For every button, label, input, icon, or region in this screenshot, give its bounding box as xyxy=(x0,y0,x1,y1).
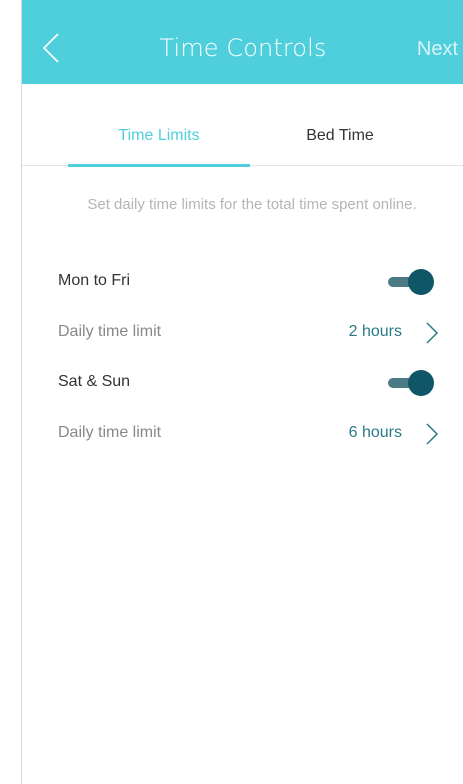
schedule-row-weekdays: Mon to Fri xyxy=(22,262,463,302)
weekdays-toggle[interactable] xyxy=(388,269,434,295)
limit-row-weekdays[interactable]: Daily time limit 2 hours xyxy=(22,313,463,353)
description-text: Set daily time limits for the total time… xyxy=(87,196,417,213)
tab-bar: Time Limits Bed Time xyxy=(22,84,463,167)
tab-time-limits[interactable]: Time Limits xyxy=(68,127,250,145)
schedule-row-weekend: Sat & Sun xyxy=(22,363,463,403)
next-button[interactable]: Next xyxy=(417,38,458,61)
active-tab-indicator xyxy=(68,164,250,167)
toggle-knob xyxy=(408,269,434,295)
limit-label: Daily time limit xyxy=(58,424,162,441)
chevron-right-icon xyxy=(426,322,439,344)
app-screen: Time Controls Next Time Limits Bed Time … xyxy=(21,0,463,784)
toggle-knob xyxy=(408,370,434,396)
chevron-right-icon xyxy=(426,423,439,445)
schedule-label: Mon to Fri xyxy=(58,272,131,289)
limit-value: 6 hours xyxy=(348,424,402,441)
tab-bed-time[interactable]: Bed Time xyxy=(272,127,408,145)
schedule-label: Sat & Sun xyxy=(58,373,131,390)
limit-row-weekend[interactable]: Daily time limit 6 hours xyxy=(22,414,463,454)
page-title: Time Controls xyxy=(159,34,327,62)
weekend-toggle[interactable] xyxy=(388,370,434,396)
limit-value: 2 hours xyxy=(348,323,402,340)
limit-label: Daily time limit xyxy=(58,323,162,340)
top-bar: Time Controls Next xyxy=(22,0,463,84)
